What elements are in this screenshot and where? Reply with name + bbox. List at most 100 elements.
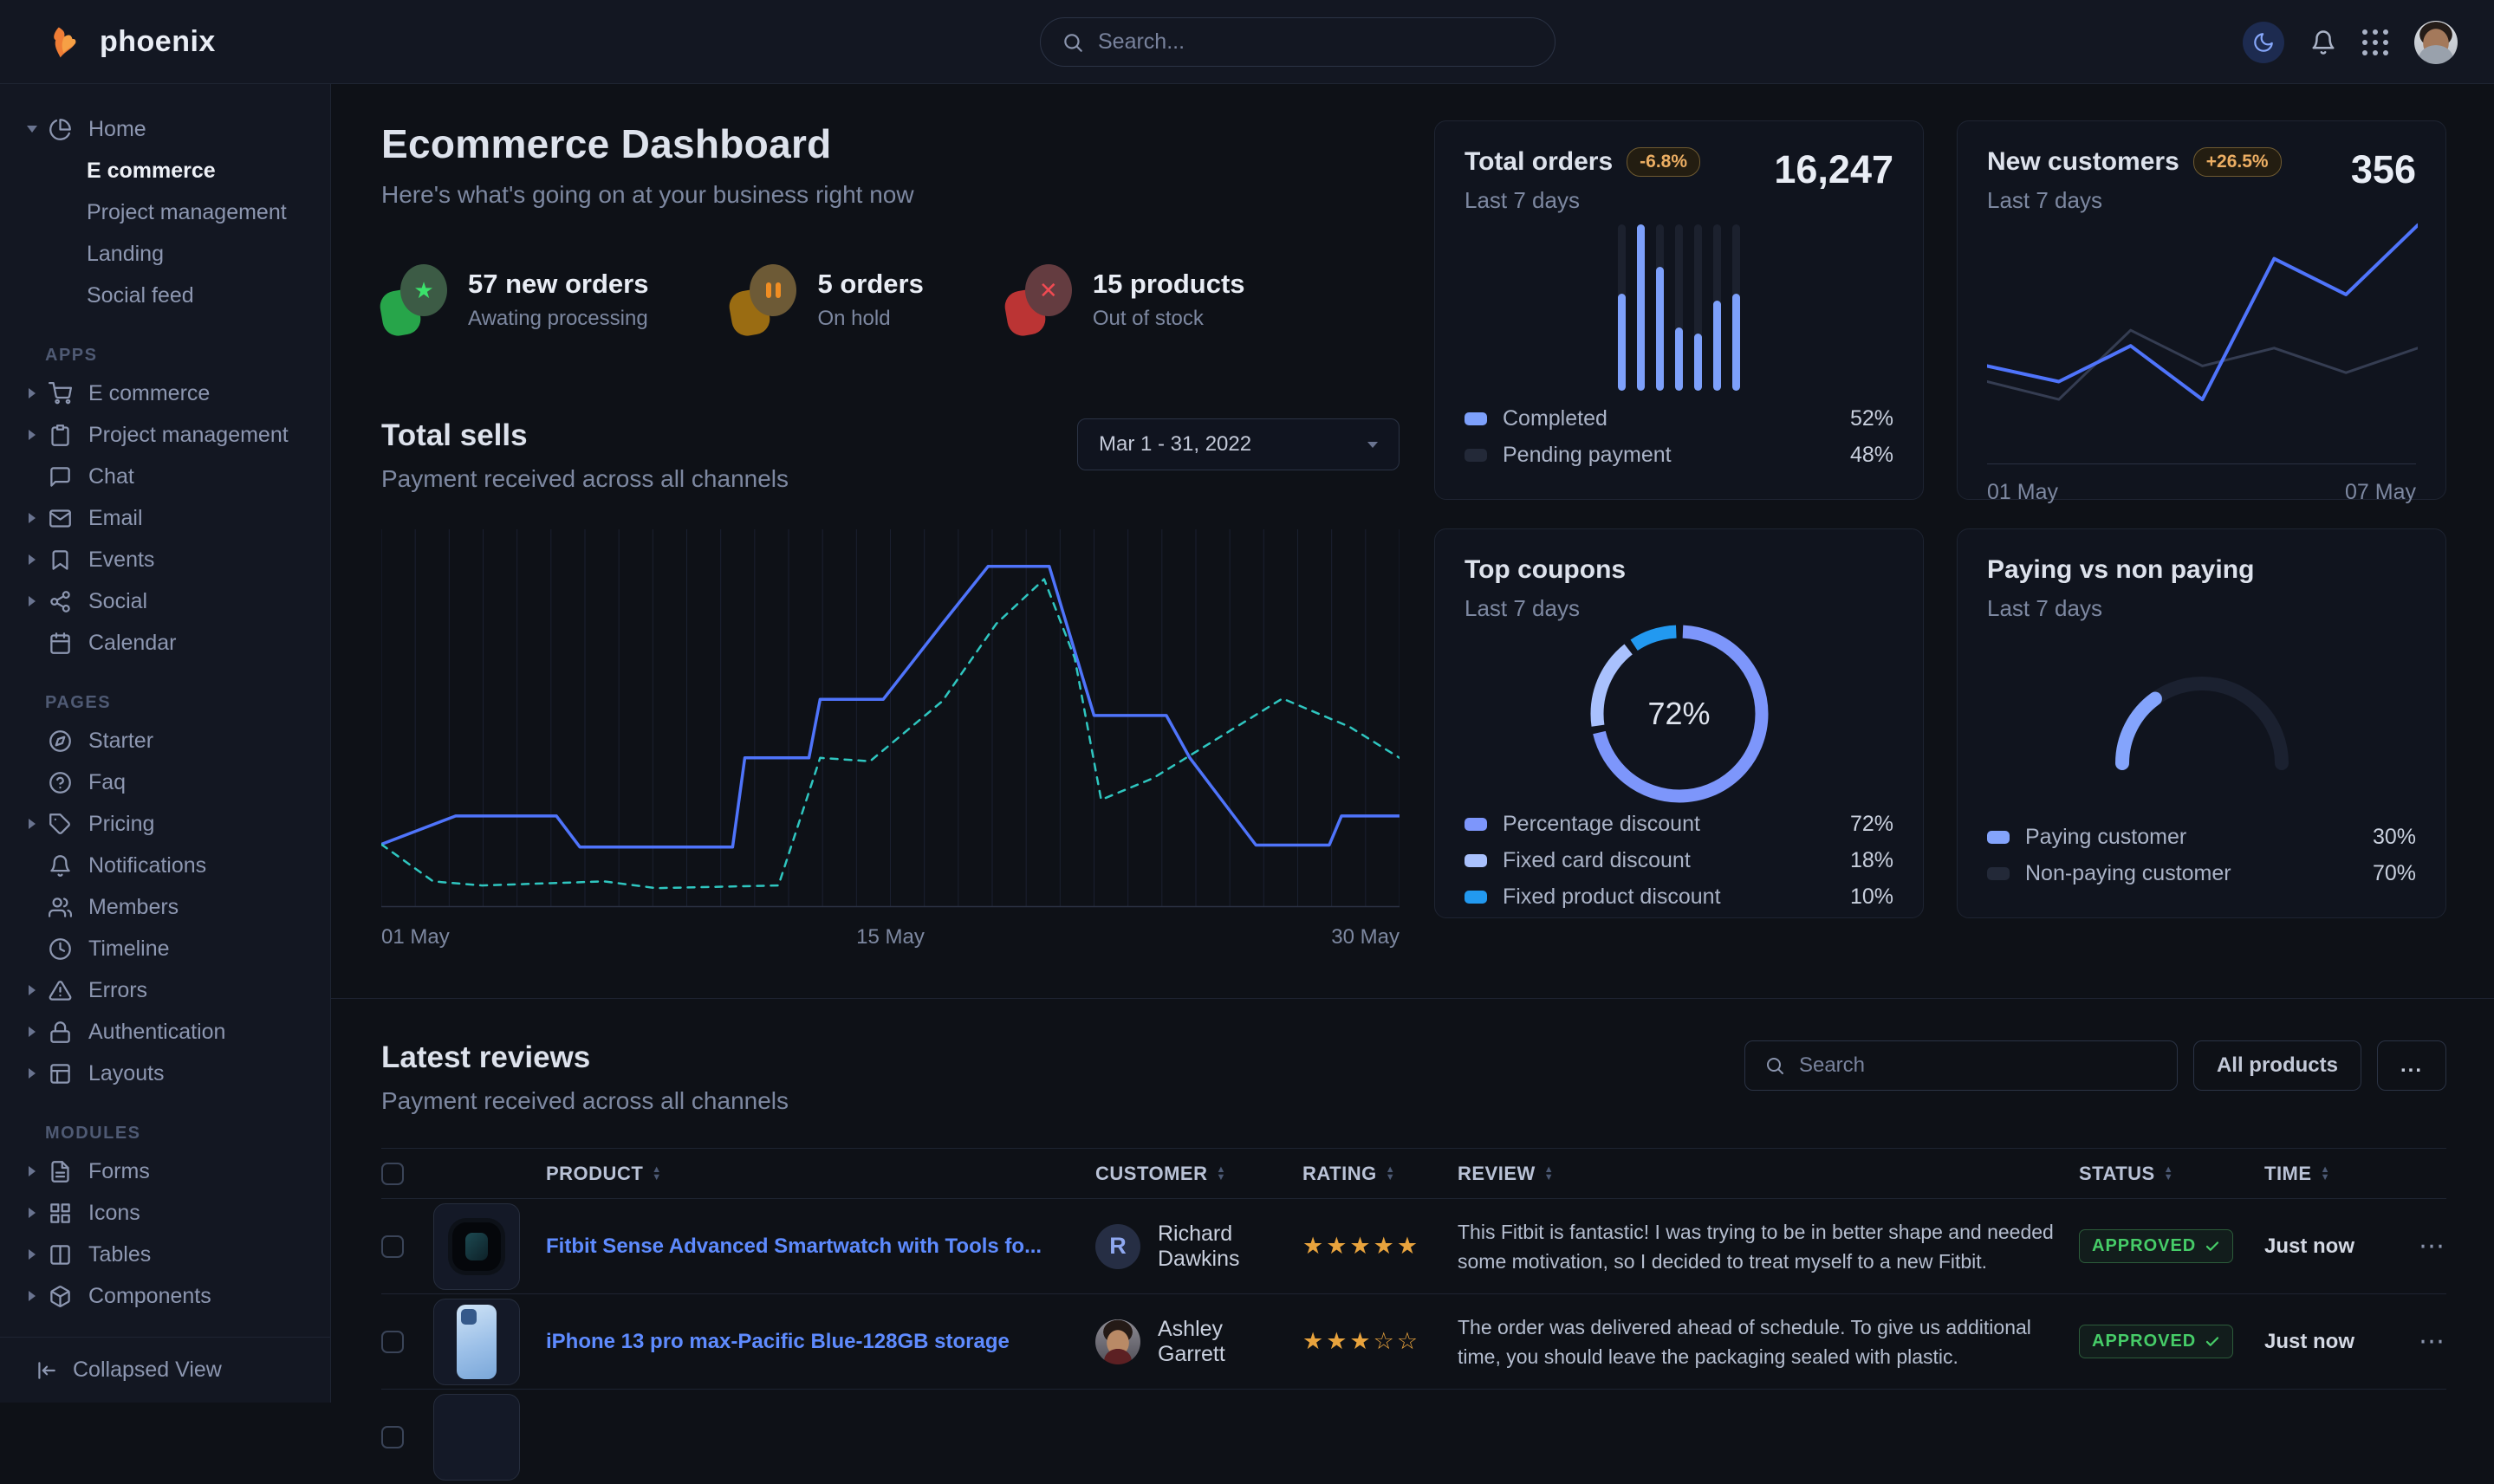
legend-row: Pending payment 48% [1465,437,1893,473]
column-header-review[interactable]: REVIEW▲▼ [1458,1163,2067,1185]
chevron-right-icon [24,1027,40,1037]
customer-avatar: R [1095,1224,1140,1269]
bookmark-icon [49,548,75,572]
sidebar-item-timeline[interactable]: Timeline [0,928,330,969]
order-bar [1732,224,1740,391]
sidebar-item-starter[interactable]: Starter [0,720,330,761]
chevron-right-icon [24,819,40,829]
sidebar-item-label: Notifications [88,853,206,878]
rating-stars: ★★★☆☆ [1302,1328,1445,1355]
global-search[interactable] [1040,17,1556,67]
chevron-right-icon [24,513,40,523]
chevron-down-icon [1367,442,1378,448]
apps-menu-button[interactable] [2362,29,2388,55]
columns-icon [49,1243,75,1267]
row-checkbox[interactable] [381,1426,404,1448]
sidebar-item-authentication[interactable]: Authentication [0,1011,330,1053]
brand[interactable]: phoenix [48,23,216,61]
stat-icon: ✕ [1006,264,1072,335]
sidebar-subitem-landing[interactable]: Landing [0,233,330,275]
sidebar-item-errors[interactable]: Errors [0,969,330,1011]
coupons-donut-chart: 72% [1465,622,1893,806]
stat-out-of-stock: ✕ 15 products Out of stock [1006,264,1245,335]
legend-row: Fixed product discount 10% [1465,878,1893,915]
sidebar-item-forms[interactable]: Forms [0,1150,330,1192]
sidebar-item-pricing[interactable]: Pricing [0,803,330,845]
sidebar-item-email[interactable]: Email [0,497,330,539]
column-header-status[interactable]: STATUS▲▼ [2079,1163,2252,1185]
stat-icon: ★ [381,264,447,335]
product-image[interactable] [433,1203,520,1290]
tag-icon [49,813,75,836]
legend-value: 30% [2373,825,2416,850]
date-range-select[interactable]: Mar 1 - 31, 2022 [1077,418,1400,470]
status-badge: APPROVED [2079,1325,2233,1358]
product-link[interactable]: Fitbit Sense Advanced Smartwatch with To… [546,1232,1083,1261]
total-sells-subtitle: Payment received across all channels [381,465,789,493]
row-checkbox[interactable] [381,1235,404,1258]
sidebar-item-social[interactable]: Social [0,580,330,622]
product-image[interactable] [433,1394,520,1481]
sidebar-item-label: Chat [88,464,134,489]
sidebar-item-components[interactable]: Components [0,1275,330,1317]
warning-icon [49,979,75,1002]
sidebar-subitem-social-feed[interactable]: Social feed [0,275,330,316]
collapse-view-button[interactable]: Collapsed View [0,1337,330,1403]
check-icon [2205,1334,2220,1350]
theme-toggle-button[interactable] [2243,22,2284,63]
more-options-button[interactable]: ... [2377,1040,2446,1091]
sort-icon: ▲▼ [652,1166,661,1182]
sidebar-item-layouts[interactable]: Layouts [0,1053,330,1094]
global-search-input[interactable] [1098,29,1534,55]
sidebar-item-notifications[interactable]: Notifications [0,845,330,886]
sidebar-item-events[interactable]: Events [0,539,330,580]
sidebar-item-icons[interactable]: Icons [0,1192,330,1234]
column-header-product[interactable]: PRODUCT▲▼ [546,1163,1083,1185]
sidebar-item-project-management[interactable]: Project management [0,414,330,456]
column-header-rating[interactable]: RATING▲▼ [1302,1163,1445,1185]
notifications-button[interactable] [2310,29,2336,55]
legend-swatch [1465,449,1487,462]
order-bar [1618,224,1626,391]
chevron-right-icon [24,554,40,565]
orders-legend: Completed 52% Pending payment 48% [1465,400,1893,473]
legend-label: Pending payment [1503,443,1850,468]
chevron-right-icon [24,430,40,440]
user-avatar[interactable] [2414,21,2458,64]
product-image[interactable] [433,1299,520,1385]
sidebar-item-tables[interactable]: Tables [0,1234,330,1275]
sidebar-item-calendar[interactable]: Calendar [0,622,330,664]
legend-swatch [1465,891,1487,904]
row-menu-button[interactable]: ⋯ [2398,1231,2446,1261]
x-label: 15 May [856,925,925,949]
select-all-checkbox[interactable] [381,1163,404,1185]
paying-card: Paying vs non paying Last 7 days Paying … [1957,528,2446,918]
row-checkbox[interactable] [381,1331,404,1353]
sidebar-item-home[interactable]: Home [0,108,330,150]
sidebar-item-chat[interactable]: Chat [0,456,330,497]
chevron-right-icon [24,1068,40,1079]
legend-label: Fixed card discount [1503,848,1850,873]
change-badge: +26.5% [2193,147,2282,177]
product-link[interactable]: iPhone 13 pro max-Pacific Blue-128GB sto… [546,1327,1083,1357]
card-title: Top coupons [1465,555,1626,585]
column-header-time[interactable]: TIME▲▼ [2264,1163,2386,1185]
sidebar-item-e-commerce[interactable]: E commerce [0,373,330,414]
row-menu-button[interactable]: ⋯ [2398,1326,2446,1357]
navbar-actions [2243,0,2458,84]
reviews-search[interactable] [1744,1040,2178,1091]
sidebar-item-faq[interactable]: Faq [0,761,330,803]
sidebar-subitem-e-commerce[interactable]: E commerce [0,150,330,191]
all-products-button[interactable]: All products [2193,1040,2361,1091]
brand-name: phoenix [100,25,216,59]
chat-icon [49,465,75,489]
sidebar-item-members[interactable]: Members [0,886,330,928]
order-bar [1713,224,1721,391]
sidebar-subitem-project-management[interactable]: Project management [0,191,330,233]
sidebar-section-apps: APPS [0,346,330,366]
page-title: Ecommerce Dashboard [381,120,1400,167]
chevron-right-icon [24,1291,40,1301]
reviews-search-input[interactable] [1799,1053,2158,1078]
column-header-customer[interactable]: CUSTOMER▲▼ [1095,1163,1290,1185]
legend-swatch [1465,818,1487,831]
